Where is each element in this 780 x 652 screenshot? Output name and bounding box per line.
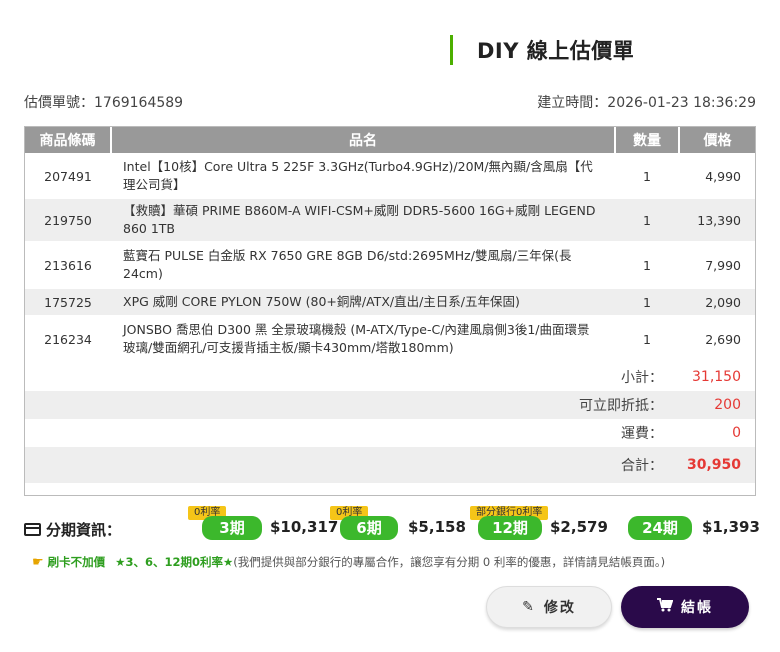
- total-value: 30,950: [678, 447, 755, 483]
- credit-card-icon: [24, 523, 41, 536]
- installment-amount: $2,579: [550, 518, 608, 536]
- table-row: 219750 【救贖】華碩 PRIME B860M-A WIFI-CSM+威剛 …: [25, 199, 755, 241]
- subtotal-value: 31,150: [692, 369, 741, 385]
- installment-title: 分期資訊：: [24, 519, 121, 540]
- row-qty: 1: [614, 289, 679, 315]
- promo-text: (我們提供與部分銀行的專屬合作，讓您享有分期 0 利率的優惠，詳情請見結帳頁面。…: [233, 555, 666, 569]
- total-row: 合計： 30,950: [25, 447, 755, 483]
- edit-button-label: 修改: [543, 600, 576, 616]
- checkout-button-label: 結帳: [681, 600, 713, 616]
- subtotal-row: 小計： 31,150: [25, 363, 755, 391]
- row-price: 2,690: [705, 331, 741, 347]
- period-pill-24[interactable]: 24期: [628, 516, 692, 540]
- installment-plan-12: 部分銀行0利率 12期 $2,579: [470, 506, 630, 546]
- discount-row: 可立即折抵： 200: [25, 391, 755, 419]
- estimate-number: 估價單號：1769164589: [24, 95, 184, 111]
- page-title: DIY 線上估價單: [477, 39, 635, 63]
- row-code: 216234: [44, 331, 92, 347]
- cart-icon: [657, 598, 674, 616]
- row-price: 4,990: [705, 168, 741, 184]
- installment-amount: $5,158: [408, 518, 466, 536]
- installment-title-text: 分期資訊：: [46, 521, 122, 539]
- discount-label: 可立即折抵：: [25, 391, 679, 419]
- row-price: 13,390: [678, 199, 755, 241]
- row-code: 213616: [44, 257, 92, 273]
- table-row: 213616 藍寶石 PULSE 白金版 RX 7650 GRE 8GB D6/…: [25, 241, 755, 289]
- estimate-table: 商品條碼 品名 數量 價格 207491 Intel【10核】Core Ultr…: [24, 126, 756, 496]
- pencil-icon: ✎: [522, 599, 536, 615]
- installment-plan-24: 24期 $1,393: [628, 506, 760, 546]
- checkout-button[interactable]: 結帳: [621, 586, 749, 628]
- shipping-row: 運費： 0: [25, 419, 755, 447]
- hand-point-icon: ☛: [32, 554, 44, 570]
- period-pill-6[interactable]: 6期: [340, 516, 398, 540]
- total-label: 合計：: [25, 447, 679, 483]
- title-accent-bar: [450, 35, 453, 65]
- installment-plan-3: 0利率 3期 $10,317: [188, 506, 338, 546]
- header-price: 價格: [678, 127, 755, 153]
- installment-section: 分期資訊： 0利率 3期 $10,317 0利率 6期 $5,158 部分銀行0…: [24, 506, 760, 546]
- edit-button[interactable]: ✎ 修改: [486, 586, 612, 628]
- shipping-value: 0: [732, 425, 741, 441]
- created-time: 建立時間：2026-01-23 18:36:29: [537, 95, 756, 111]
- installment-amount: $1,393: [702, 518, 760, 536]
- subtotal-label: 小計：: [620, 370, 663, 386]
- installment-plan-6: 0利率 6期 $5,158: [330, 506, 470, 546]
- row-price: 7,990: [705, 257, 741, 273]
- row-qty: 1: [614, 199, 679, 241]
- estimate-meta: 估價單號：1769164589 建立時間：2026-01-23 18:36:29: [24, 92, 756, 112]
- row-code: 219750: [25, 199, 111, 241]
- row-price: 2,090: [678, 289, 755, 315]
- row-name[interactable]: JONSBO 喬思伯 D300 黑 全景玻璃機殼 (M-ATX/Type-C/內…: [111, 315, 615, 363]
- row-code: 175725: [25, 289, 111, 315]
- header-name: 品名: [111, 127, 616, 153]
- table-header-row: 商品條碼 品名 數量 價格: [25, 127, 755, 153]
- table-row: 207491 Intel【10核】Core Ultra 5 225F 3.3GH…: [25, 153, 755, 199]
- row-qty: 1: [642, 168, 651, 184]
- shipping-label: 運費：: [620, 426, 663, 442]
- table-row: 175725 XPG 威剛 CORE PYLON 750W (80+銅牌/ATX…: [25, 289, 755, 315]
- period-pill-12[interactable]: 12期: [478, 516, 542, 540]
- row-name[interactable]: 藍寶石 PULSE 白金版 RX 7650 GRE 8GB D6/std:269…: [111, 241, 615, 289]
- promo-bold: 刷卡不加價: [47, 555, 106, 569]
- installment-amount: $10,317: [270, 518, 339, 536]
- row-qty: 1: [642, 331, 651, 347]
- row-code: 207491: [44, 168, 92, 184]
- table-row: 216234 JONSBO 喬思伯 D300 黑 全景玻璃機殼 (M-ATX/T…: [25, 315, 755, 363]
- row-name[interactable]: XPG 威剛 CORE PYLON 750W (80+銅牌/ATX/直出/主日系…: [111, 289, 615, 315]
- period-pill-3[interactable]: 3期: [202, 516, 262, 540]
- discount-value: 200: [678, 391, 755, 419]
- header-code: 商品條碼: [25, 127, 112, 153]
- promo-highlight: ★3、6、12期0利率★: [115, 555, 234, 569]
- promo-line: ☛ 刷卡不加價 ★3、6、12期0利率★ (我們提供與部分銀行的專屬合作，讓您享…: [32, 554, 665, 570]
- row-qty: 1: [642, 257, 651, 273]
- header-qty: 數量: [614, 127, 680, 153]
- row-name[interactable]: 【救贖】華碩 PRIME B860M-A WIFI-CSM+威剛 DDR5-56…: [111, 199, 615, 241]
- row-name[interactable]: Intel【10核】Core Ultra 5 225F 3.3GHz(Turbo…: [111, 153, 615, 199]
- page-header: DIY 線上估價單: [450, 34, 634, 66]
